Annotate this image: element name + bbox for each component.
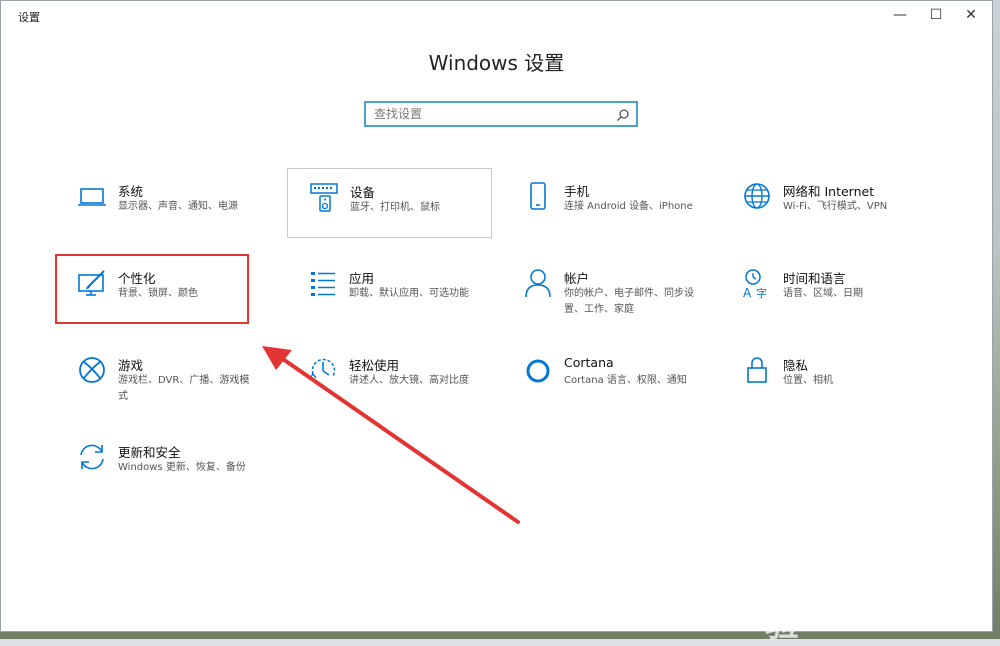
tile-devices[interactable]: 设备 蓝牙、打印机、鼠标 [287,168,492,238]
page-title: Windows 设置 [428,51,565,75]
watermark-url: jingyan.baidu.com [767,592,906,610]
globe-icon [741,180,773,212]
language-icon: A字 [741,267,773,300]
tile-privacy[interactable]: 隐私 位置、相机 [721,342,926,412]
tile-name: 系统 [118,184,144,199]
tile-name: 隐私 [783,358,809,373]
ease-of-access-icon [307,354,339,386]
tile-apps[interactable]: 应用 卸载、默认应用、可选功能 [287,255,492,325]
tile-name: 游戏 [118,358,144,373]
tile-desc: 蓝牙、打印机、鼠标 [350,202,440,213]
tile-desc: 位置、相机 [783,375,833,386]
tile-desc: 卸载、默认应用、可选功能 [349,288,469,299]
title-bar[interactable]: 设置 — ☐ ✕ [1,1,992,29]
tile-desc: 游戏栏、DVR、广播、游戏模式 [118,375,250,402]
tile-desc: 连接 Android 设备、iPhone [564,201,693,212]
svg-text:A: A [743,286,752,299]
close-button[interactable]: ✕ [954,1,988,29]
tile-ease-of-access[interactable]: 轻松使用 讲述人、放大镜、高对比度 [287,342,492,412]
search-icon[interactable] [616,107,630,126]
svg-text:字: 字 [756,286,767,299]
tile-name: 网络和 Internet [783,184,875,199]
lock-icon [741,354,773,386]
xbox-icon [76,354,108,386]
tile-time-language[interactable]: A字 时间和语言 语音、区域、日期 [721,255,926,325]
tile-update-security[interactable]: 更新和安全 Windows 更新、恢复、备份 [56,429,261,499]
maximize-button[interactable]: ☐ [919,1,953,29]
person-icon [522,267,554,299]
tile-network[interactable]: 网络和 Internet Wi-Fi、飞行模式、VPN [721,168,926,238]
tile-desc: 你的帐户、电子邮件、同步设置、工作、家庭 [564,288,694,315]
apps-list-icon [307,267,339,299]
watermark: Bai du 经验 jingyan.baidu.com [765,548,965,645]
tile-name: 时间和语言 [783,271,846,286]
phone-icon [522,180,554,212]
search-box[interactable] [364,101,638,127]
tile-desc: 讲述人、放大镜、高对比度 [349,375,469,386]
tile-name: 应用 [349,271,375,286]
tile-name: 轻松使用 [349,358,400,373]
tile-accounts[interactable]: 帐户 你的帐户、电子邮件、同步设置、工作、家庭 [502,255,707,325]
sync-icon [76,441,108,473]
tile-name: 帐户 [564,271,590,286]
highlight-box [55,254,249,324]
tile-desc: 显示器、声音、通知、电源 [118,201,238,212]
tile-cortana[interactable]: Cortana Cortana 语言、权限、通知 [502,342,707,412]
laptop-icon [76,180,108,212]
tile-name: 更新和安全 [118,445,181,460]
cortana-icon [522,354,554,386]
minimize-button[interactable]: — [883,1,917,29]
tile-desc: Cortana 语言、权限、通知 [564,375,687,386]
tile-name: 设备 [350,185,376,200]
tile-name: 手机 [564,184,590,199]
tile-desc: Wi-Fi、飞行模式、VPN [783,201,888,212]
settings-window: 设置 — ☐ ✕ Windows 设置 系统 显示器、声音、通知、电源 设备 蓝… [0,0,993,632]
tile-gaming[interactable]: 游戏 游戏栏、DVR、广播、游戏模式 [56,342,261,412]
keyboard-speaker-icon [308,181,340,213]
tile-system[interactable]: 系统 显示器、声音、通知、电源 [56,168,261,238]
tile-name: Cortana [564,355,614,370]
window-title: 设置 [18,11,40,24]
search-input[interactable] [366,103,614,125]
tile-desc: 语音、区域、日期 [783,288,863,299]
tile-phone[interactable]: 手机 连接 Android 设备、iPhone [502,168,707,238]
tile-desc: Windows 更新、恢复、备份 [118,462,246,473]
